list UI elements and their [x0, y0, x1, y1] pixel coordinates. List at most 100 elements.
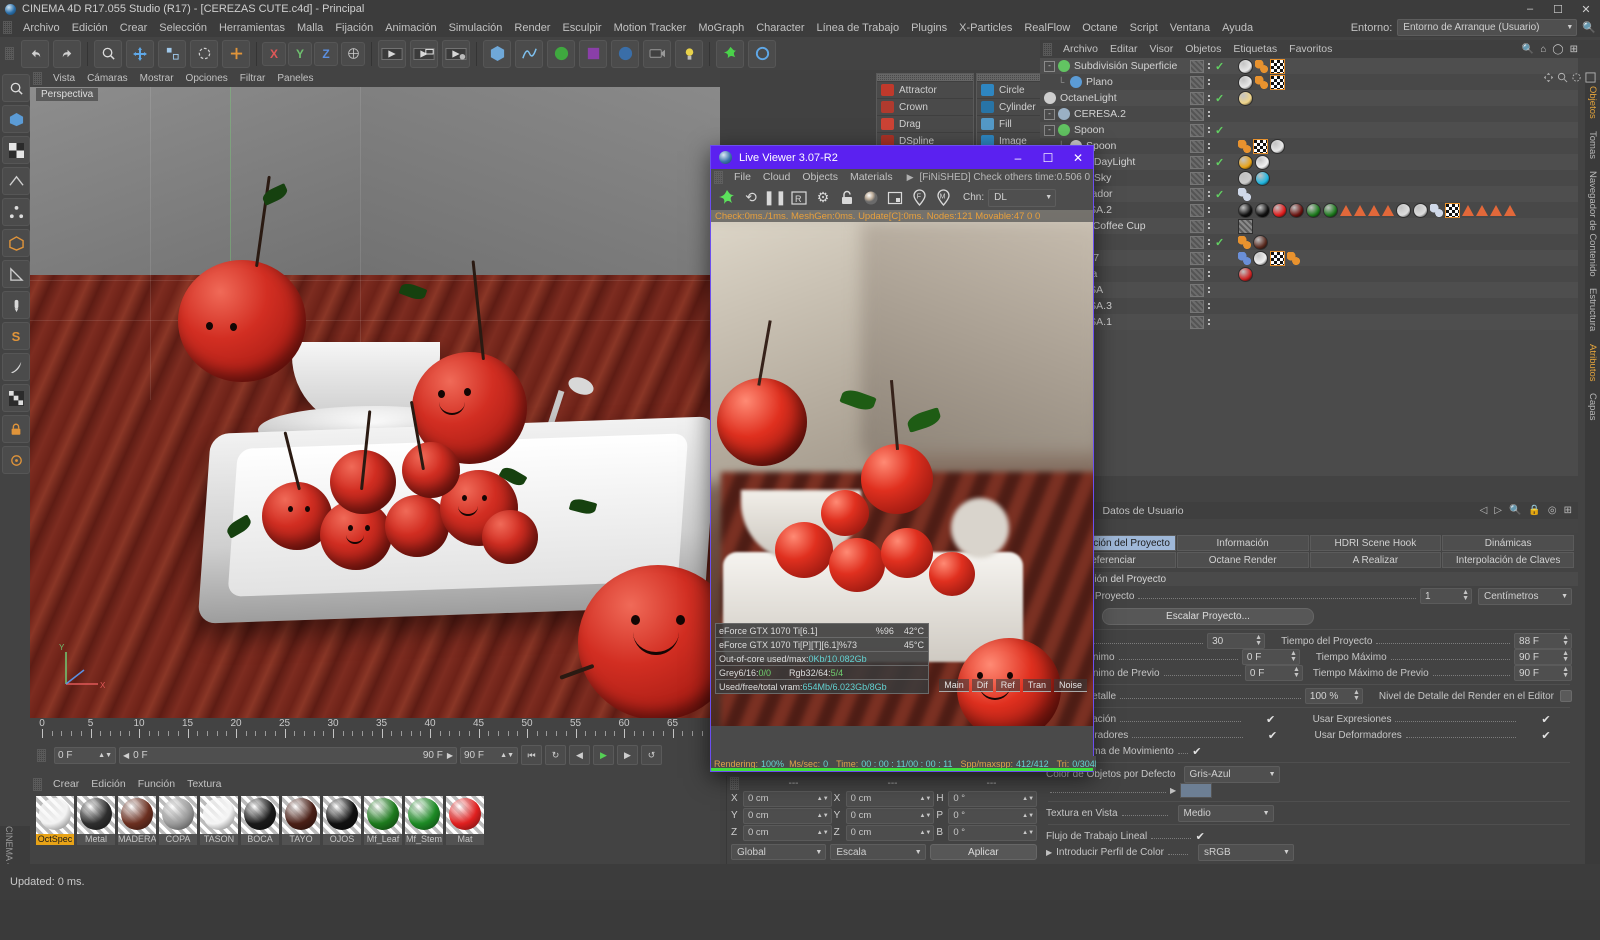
- layer-hatch-icon[interactable]: [1190, 251, 1204, 265]
- expander-icon[interactable]: -: [1044, 60, 1055, 72]
- attribute-tab-octane-render[interactable]: Octane Render: [1176, 552, 1309, 568]
- uv-checker-icon[interactable]: [2, 384, 30, 412]
- object-row[interactable]: Suavizador✓: [1040, 186, 1578, 202]
- object-visibility-cell[interactable]: ✓: [1190, 187, 1224, 201]
- plus-icon[interactable]: ⊞: [1564, 505, 1572, 516]
- object-visibility-cell[interactable]: ✓: [1190, 123, 1224, 137]
- tag-triangle-icon[interactable]: [1354, 204, 1366, 216]
- object-tag-strip[interactable]: [1238, 170, 1270, 186]
- live-viewer-render-area[interactable]: Check:0ms./1ms. MeshGen:0ms. Update[C]:0…: [711, 210, 1093, 726]
- object-visibility-cell[interactable]: ✓: [1190, 59, 1224, 73]
- attr-menu-datos-de-usuario[interactable]: Datos de Usuario: [1096, 504, 1189, 518]
- enabled-check-icon[interactable]: ✓: [1215, 60, 1224, 73]
- deformer-icon[interactable]: [579, 39, 607, 68]
- position-x-input[interactable]: 0 cm ▲▼: [743, 790, 832, 807]
- material-item[interactable]: Mf_Leaf: [364, 796, 402, 845]
- edge-mode-icon[interactable]: [2, 167, 30, 195]
- material-preview[interactable]: [118, 796, 156, 834]
- material-item[interactable]: Metal: [77, 796, 115, 845]
- attribute-fields[interactable]: Escala del Proyecto 1▲▼ Centímetros▼ Esc…: [1040, 586, 1578, 883]
- field-default-object-color[interactable]: Color de Objetos por Defecto Gris-Azul ▼: [1046, 765, 1572, 783]
- rotation-p-input[interactable]: 0 ° ▲▼: [948, 807, 1038, 824]
- field-project-scale[interactable]: Escala del Proyecto 1▲▼ Centímetros▼: [1046, 587, 1572, 605]
- octane-live-viewer-icon[interactable]: [716, 39, 744, 68]
- visibility-dots-icon[interactable]: [1208, 111, 1211, 117]
- position-y-input[interactable]: 0 cm ▲▼: [743, 807, 832, 824]
- object-row[interactable]: Cámara: [1040, 266, 1578, 282]
- render-region-icon[interactable]: [410, 39, 438, 68]
- tag-orange-dots-icon[interactable]: [1255, 59, 1268, 73]
- layer-hatch-icon[interactable]: [1190, 171, 1204, 185]
- material-name-label[interactable]: OJOS: [323, 834, 361, 845]
- object-tag-strip[interactable]: [1238, 218, 1253, 234]
- layer-hatch-icon[interactable]: [1190, 59, 1204, 73]
- lv-menu-file[interactable]: File: [728, 170, 757, 184]
- material-preview[interactable]: [36, 796, 74, 834]
- enabled-check-icon[interactable]: ✓: [1215, 124, 1224, 137]
- transform-mode-combo[interactable]: Escala ▼: [830, 844, 926, 860]
- brush-tool-icon[interactable]: [2, 291, 30, 319]
- search-icon[interactable]: 🔍: [1509, 505, 1521, 516]
- object-visibility-cell[interactable]: [1190, 107, 1211, 121]
- object-tag-strip[interactable]: [1238, 266, 1253, 282]
- object-row[interactable]: bowl007: [1040, 250, 1578, 266]
- object-tag-strip[interactable]: [1238, 187, 1251, 201]
- tag-green-icon[interactable]: [1323, 202, 1338, 218]
- material-item[interactable]: Mat: [446, 796, 484, 845]
- object-tag-strip[interactable]: [1238, 138, 1285, 154]
- tag-sphere-icon[interactable]: [1238, 58, 1253, 74]
- preview-min-input[interactable]: 0 F ▲ ▼: [1244, 665, 1303, 681]
- tag-triangle-icon[interactable]: [1382, 204, 1394, 216]
- palette-item-attractor[interactable]: Attractor: [877, 81, 973, 98]
- object-visibility-cell[interactable]: ✓: [1190, 155, 1224, 169]
- add-tool-icon[interactable]: [222, 39, 250, 68]
- close-button[interactable]: ✕: [1572, 0, 1600, 18]
- expander-icon[interactable]: -: [1044, 108, 1055, 120]
- object-visibility-cell[interactable]: [1190, 219, 1211, 233]
- preview-max-input[interactable]: 90 F ▲ ▼: [1514, 665, 1572, 681]
- camera-icon[interactable]: [643, 39, 671, 68]
- spinner-icon[interactable]: ▲▼: [919, 830, 933, 836]
- field-color-swatch[interactable]: ▶: [1046, 782, 1572, 798]
- pin-icon[interactable]: ◎: [1548, 505, 1557, 516]
- redo-icon[interactable]: [53, 39, 81, 68]
- project-scale-unit-combo[interactable]: Centímetros ▼: [1478, 587, 1572, 605]
- object-tag-strip[interactable]: [1238, 250, 1300, 266]
- matmgr-menu-crear[interactable]: Crear: [47, 777, 85, 791]
- objmgr-menu-objetos[interactable]: Objetos: [1179, 42, 1227, 56]
- size-x-input[interactable]: 0 cm ▲▼: [845, 790, 935, 807]
- menu-item-crear[interactable]: Crear: [114, 20, 154, 36]
- material-name-label[interactable]: Mf_Leaf: [364, 834, 402, 845]
- coordinate-row[interactable]: Z0 cm ▲▼ Z 0 cm ▲▼ B 0 ° ▲▼: [727, 824, 1041, 841]
- menu-item-l-nea-de-trabajo[interactable]: Línea de Trabajo: [811, 20, 906, 36]
- visibility-dots-icon[interactable]: [1208, 175, 1211, 181]
- rotate-tool-icon[interactable]: [190, 39, 218, 68]
- eye-icon[interactable]: ◯: [1552, 44, 1563, 55]
- visibility-dots-icon[interactable]: [1208, 303, 1211, 309]
- tag-triangle-icon[interactable]: [1462, 204, 1474, 216]
- material-name-label[interactable]: Metal: [77, 834, 115, 845]
- tag-checker-icon[interactable]: [1253, 138, 1268, 154]
- object-tag-strip[interactable]: [1238, 90, 1253, 106]
- material-item[interactable]: OctSpec: [36, 796, 74, 845]
- objmgr-menu-visor[interactable]: Visor: [1143, 42, 1179, 56]
- attribute-tab-informaci-n[interactable]: Información: [1176, 535, 1309, 551]
- menu-item-motion-tracker[interactable]: Motion Tracker: [608, 20, 693, 36]
- channel-tab-noise[interactable]: Noise: [1053, 679, 1087, 692]
- render-view-icon[interactable]: [378, 39, 406, 68]
- field-min-max-time[interactable]: Tiempo Mínimo 0 F▲▼ Tiempo Máximo 90 F▲▼: [1046, 649, 1572, 665]
- material-preview[interactable]: [241, 796, 279, 834]
- detail-level-input[interactable]: 100 % ▲ ▼: [1304, 688, 1363, 704]
- texture-axis-icon[interactable]: [2, 136, 30, 164]
- object-manager-icon-row[interactable]: 🔍 ⌂ ◯ ⊞: [1522, 44, 1600, 55]
- menu-item-herramientas[interactable]: Herramientas: [213, 20, 291, 36]
- tag-triangle-icon[interactable]: [1504, 204, 1516, 216]
- default-object-color-combo[interactable]: Gris-Azul ▼: [1183, 765, 1280, 783]
- preview-end-input[interactable]: 90 F ▲▼: [460, 746, 518, 764]
- focus-picker-icon[interactable]: F: [909, 188, 929, 208]
- coordinates-grip[interactable]: [730, 776, 739, 790]
- object-row[interactable]: Plano✓: [1040, 234, 1578, 250]
- objmgr-menu-favoritos[interactable]: Favoritos: [1283, 42, 1338, 56]
- object-tag-strip[interactable]: [1238, 234, 1268, 250]
- live-viewer-minimize-button[interactable]: –: [1003, 146, 1033, 169]
